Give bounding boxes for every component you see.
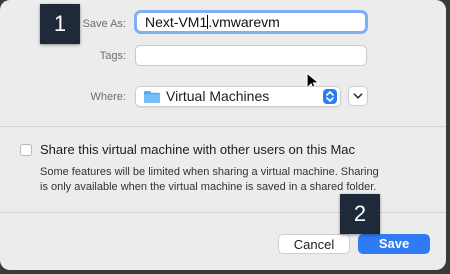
up-down-chevron-icon [323,89,337,104]
where-value: Virtual Machines [166,88,270,104]
share-note: Some features will be limited when shari… [40,166,379,193]
filename-value: Next-VM1.vmwarevm [145,14,280,30]
share-checkbox[interactable] [20,144,32,156]
filename-field[interactable]: Next-VM1.vmwarevm [134,10,368,34]
tags-field[interactable] [135,45,367,66]
step-2-badge: 2 [340,194,380,234]
tags-label: Tags: [99,50,126,62]
cancel-button[interactable]: Cancel [278,234,350,254]
where-popup[interactable]: Virtual Machines [135,86,341,107]
expand-button[interactable] [348,86,368,106]
step-1-badge: 1 [40,4,80,44]
save-button[interactable]: Save [358,234,430,254]
divider [0,126,446,127]
share-checkbox-label: Share this virtual machine with other us… [40,142,356,157]
chevron-down-icon [353,93,363,99]
folder-icon [144,91,160,103]
where-label: Where: [90,91,126,103]
